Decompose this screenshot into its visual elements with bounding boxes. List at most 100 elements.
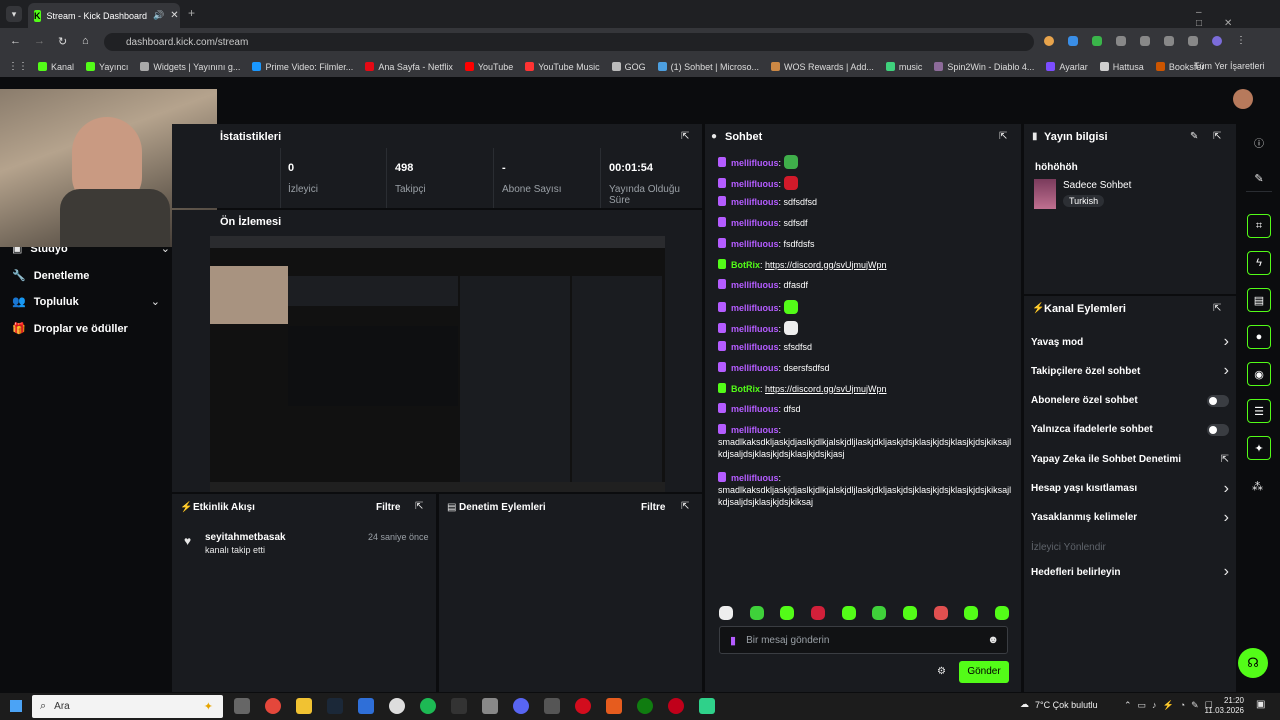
forward-icon[interactable]: → <box>34 35 45 47</box>
external-link-icon[interactable]: ⇱ <box>1221 454 1229 465</box>
bookmark-item[interactable]: WOS Rewards | Add... <box>770 62 874 72</box>
chevron-right-icon[interactable]: › <box>1224 509 1229 527</box>
avatar[interactable] <box>1233 89 1253 109</box>
sidebar-icon[interactable] <box>1140 36 1150 46</box>
popout-icon[interactable]: ⇱ <box>1213 131 1221 142</box>
bookmark-item[interactable]: Kanal <box>38 62 74 72</box>
spotify-icon[interactable] <box>420 698 436 714</box>
send-button[interactable]: Gönder <box>959 661 1009 683</box>
activity-filter-button[interactable]: Filtre <box>376 502 400 513</box>
stream-preview-video[interactable] <box>210 236 665 492</box>
apps-icon[interactable]: ⋮⋮ <box>8 61 28 72</box>
notification-icon[interactable]: ▣ <box>1256 699 1265 710</box>
chat-username[interactable]: mellifluous <box>731 473 779 483</box>
tab-audio-icon[interactable]: 🔊 <box>153 10 164 21</box>
chat-username[interactable]: mellifluous <box>731 342 779 352</box>
app-icon[interactable] <box>544 698 560 714</box>
chat-username[interactable]: mellifluous <box>731 280 779 290</box>
emote-picker-icon[interactable] <box>719 606 733 620</box>
category-name[interactable]: Sadece Sohbet <box>1063 180 1131 191</box>
channel-action-item[interactable]: Yasaklanmış kelimeler › <box>1031 509 1229 527</box>
chat-username[interactable]: BotRix <box>731 260 760 270</box>
xbox-icon[interactable] <box>637 698 653 714</box>
puzzle-icon[interactable] <box>1116 36 1126 46</box>
rail-button-tools[interactable]: ✦ <box>1247 436 1271 460</box>
task-view-icon[interactable] <box>234 698 250 714</box>
opera-icon[interactable] <box>575 698 591 714</box>
tab-search-icon[interactable]: ▾ <box>6 6 22 22</box>
new-tab-icon[interactable]: + <box>188 6 195 20</box>
reload-icon[interactable]: ↻ <box>58 35 67 48</box>
emote-picker-icon[interactable] <box>749 606 764 620</box>
steam-icon[interactable] <box>327 698 343 714</box>
bookmark-item[interactable]: YouTube Music <box>525 62 600 72</box>
tab-close-icon[interactable]: ✕ <box>170 10 178 21</box>
chat-username[interactable]: mellifluous <box>731 197 779 207</box>
pencil-icon[interactable]: ✎ <box>1246 166 1272 192</box>
chat-username[interactable]: mellifluous <box>731 239 779 249</box>
channel-action-item[interactable]: Yalnızca ifadelerle sohbet <box>1031 422 1229 438</box>
share-icon[interactable]: ⁂ <box>1252 480 1263 493</box>
extension-icon[interactable] <box>1092 36 1102 46</box>
rail-button-bolt[interactable]: ϟ <box>1247 251 1271 275</box>
bookmark-item[interactable]: Prime Video: Filmler... <box>252 62 353 72</box>
extension-icon[interactable] <box>1044 36 1054 46</box>
tab-stream[interactable]: K Stream - Kick Dashboard 🔊 ✕ <box>28 3 180 28</box>
pencil-icon[interactable]: ✎ <box>1190 131 1198 142</box>
app-icon[interactable] <box>699 698 715 714</box>
popout-icon[interactable]: ⇱ <box>1213 303 1221 314</box>
home-icon[interactable]: ⌂ <box>82 35 89 47</box>
help-headset-icon[interactable]: ☊ <box>1238 648 1268 678</box>
bookmark-item[interactable]: (1) Sohbet | Microso... <box>657 62 759 72</box>
clock[interactable]: 21:20 11.03.2026 <box>1204 696 1244 716</box>
bookmark-item[interactable]: GOG <box>611 62 646 72</box>
app-icon[interactable] <box>358 698 374 714</box>
moderation-filter-button[interactable]: Filtre <box>641 502 665 513</box>
bookmark-item[interactable]: Yayıncı <box>86 62 128 72</box>
chat-username[interactable]: mellifluous <box>731 425 779 435</box>
bookmark-item[interactable]: music <box>885 62 922 72</box>
popout-icon[interactable]: ⇱ <box>415 501 423 512</box>
rail-button-broadcast[interactable]: ◉ <box>1247 362 1271 386</box>
toggle-switch[interactable] <box>1207 423 1229 436</box>
chevron-right-icon[interactable]: › <box>1224 362 1229 380</box>
chat-link[interactable]: https://discord.gg/svUjmujWpn <box>765 384 887 394</box>
chat-username[interactable]: mellifluous <box>731 179 779 189</box>
toggle-switch[interactable] <box>1207 394 1229 407</box>
chat-username[interactable]: mellifluous <box>731 324 779 334</box>
channel-action-item[interactable]: Hedefleri belirleyin › <box>1031 563 1229 581</box>
chat-username[interactable]: mellifluous <box>731 363 779 373</box>
media-icon[interactable] <box>1188 36 1198 46</box>
weather-widget[interactable]: ☁ 7°C Çok bulutlu <box>1020 699 1098 710</box>
channel-action-item[interactable]: Yavaş mod › <box>1031 333 1229 351</box>
emote-picker-icon[interactable] <box>902 606 917 620</box>
extension-icon[interactable] <box>1068 36 1078 46</box>
back-icon[interactable]: ← <box>10 35 21 47</box>
popout-icon[interactable]: ⇱ <box>999 131 1007 142</box>
emote-picker-icon[interactable] <box>964 606 979 620</box>
bookmark-item[interactable]: Widgets | Yayınını g... <box>140 62 240 72</box>
address-bar[interactable]: dashboard.kick.com/stream <box>104 33 1034 51</box>
chat-username[interactable]: BotRix <box>731 384 760 394</box>
settings-gear-icon[interactable]: ⚙ <box>937 666 946 677</box>
channel-action-item[interactable]: Yapay Zeka ile Sohbet Denetimi ⇱ <box>1031 451 1229 467</box>
sidebar-item-community[interactable]: 👥 Topluluk ⌄ <box>12 295 160 309</box>
popout-icon[interactable]: ⇱ <box>681 131 689 142</box>
epic-games-icon[interactable] <box>451 698 467 714</box>
chevron-right-icon[interactable]: › <box>1224 480 1229 498</box>
windows-start-icon[interactable] <box>10 700 22 712</box>
chevron-right-icon[interactable]: › <box>1224 563 1229 581</box>
channel-action-item[interactable]: Hesap yaşı kısıtlaması › <box>1031 480 1229 498</box>
app-icon[interactable] <box>606 698 622 714</box>
popout-icon[interactable]: ⇱ <box>681 501 689 512</box>
download-icon[interactable] <box>1164 36 1174 46</box>
channel-action-item[interactable]: Abonelere özel sohbet <box>1031 393 1229 409</box>
emote-picker-icon[interactable] <box>810 606 825 620</box>
rail-button-list[interactable]: ☰ <box>1247 399 1271 423</box>
app-icon[interactable] <box>482 698 498 714</box>
menu-icon[interactable]: ⋮ <box>1236 36 1246 48</box>
info-circle-icon[interactable]: ⓘ <box>1254 135 1264 150</box>
emote-picker-icon[interactable] <box>994 606 1009 620</box>
chevron-right-icon[interactable]: › <box>1224 333 1229 351</box>
all-bookmarks[interactable]: Tüm Yer İşaretleri <box>1194 61 1265 71</box>
